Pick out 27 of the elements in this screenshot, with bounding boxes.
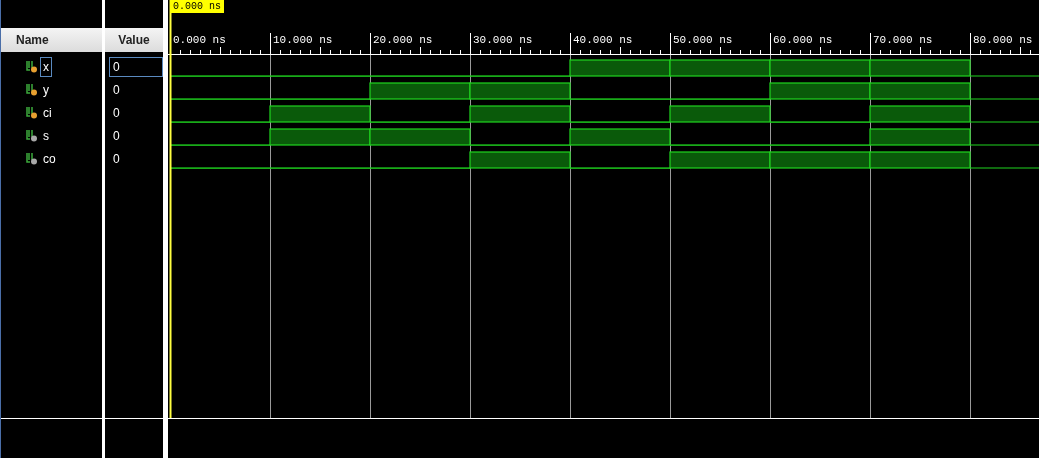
signal-name[interactable]: ci (40, 102, 55, 123)
time-label: 60.000 ns (773, 34, 833, 46)
output-signal-icon (26, 152, 38, 165)
time-label: 80.000 ns (973, 34, 1033, 46)
signal-name[interactable]: co (40, 148, 59, 169)
output-signal-icon (26, 129, 38, 142)
time-label: 30.000 ns (473, 34, 533, 46)
input-signal-icon (26, 106, 38, 119)
column-header[interactable]: Value (105, 28, 163, 52)
signal-value: 0 (112, 127, 121, 145)
input-signal-icon (26, 60, 38, 73)
time-label: 70.000 ns (873, 34, 933, 46)
time-label: 10.000 ns (273, 34, 333, 46)
time-label: 50.000 ns (673, 34, 733, 46)
cursor-time: 0.000 ns (170, 0, 224, 13)
column-header[interactable]: Name (1, 28, 102, 52)
signal-value: 0 (109, 56, 163, 77)
signal-value: 0 (112, 104, 121, 122)
signal-value: 0 (112, 81, 121, 99)
time-label: 20.000 ns (373, 34, 433, 46)
time-label: 40.000 ns (573, 34, 633, 46)
signal-name[interactable]: s (40, 125, 52, 146)
signal-name[interactable]: y (40, 79, 52, 100)
signal-value: 0 (112, 150, 121, 168)
input-signal-icon (26, 83, 38, 96)
time-label: 0.000 ns (173, 34, 226, 46)
signal-name[interactable]: x (40, 56, 52, 77)
